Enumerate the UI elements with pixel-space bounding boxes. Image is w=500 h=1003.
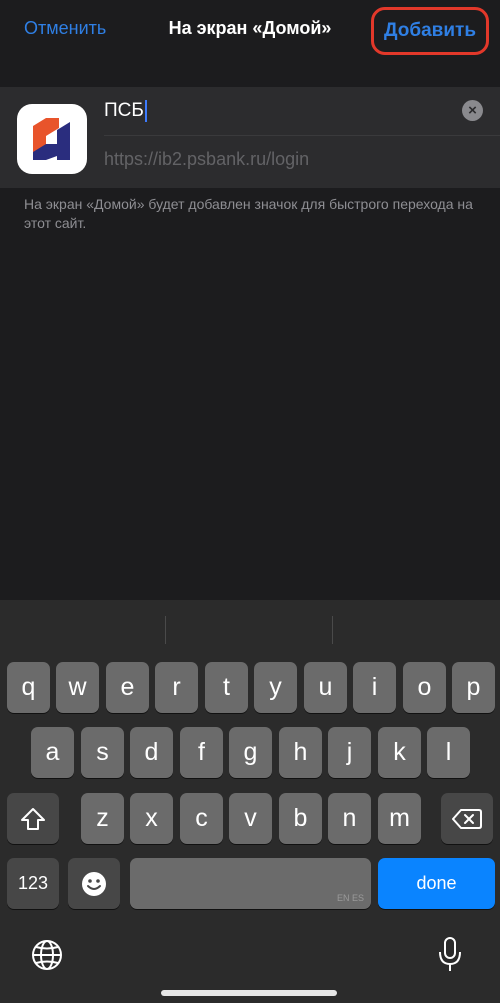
emoji-key[interactable] <box>68 858 120 909</box>
card-divider <box>104 135 500 136</box>
key-o[interactable]: o <box>403 662 446 713</box>
microphone-icon <box>439 937 461 971</box>
navigation-bar: Отменить На экран «Домой» Добавить <box>0 0 500 64</box>
key-q[interactable]: q <box>7 662 50 713</box>
bookmark-name-value: ПСБ <box>104 100 144 121</box>
key-j[interactable]: j <box>328 727 371 778</box>
keyboard: q w e r t y u i o p a s d f g h j k l z … <box>0 600 500 1003</box>
key-l[interactable]: l <box>427 727 470 778</box>
globe-icon <box>32 940 62 970</box>
shift-key[interactable] <box>7 793 59 844</box>
key-f[interactable]: f <box>180 727 223 778</box>
key-p[interactable]: p <box>452 662 495 713</box>
key-i[interactable]: i <box>353 662 396 713</box>
key-h[interactable]: h <box>279 727 322 778</box>
key-m[interactable]: m <box>378 793 421 844</box>
key-x[interactable]: x <box>130 793 173 844</box>
space-key[interactable]: EN ES <box>130 858 371 909</box>
key-n[interactable]: n <box>328 793 371 844</box>
key-t[interactable]: t <box>205 662 248 713</box>
backspace-key[interactable] <box>441 793 493 844</box>
bookmark-card <box>0 87 500 188</box>
suggestion-divider <box>332 616 333 644</box>
psb-logo-icon <box>17 104 87 174</box>
key-c[interactable]: c <box>180 793 223 844</box>
globe-button[interactable] <box>30 938 64 977</box>
key-e[interactable]: e <box>106 662 149 713</box>
suggestion-divider <box>165 616 166 644</box>
key-r[interactable]: r <box>155 662 198 713</box>
backspace-icon <box>452 808 482 829</box>
key-u[interactable]: u <box>304 662 347 713</box>
key-d[interactable]: d <box>130 727 173 778</box>
footnote-text: На экран «Домой» будет добавлен значок д… <box>24 196 473 231</box>
numbers-key[interactable]: 123 <box>7 858 59 909</box>
text-cursor <box>144 100 147 122</box>
clear-text-button[interactable]: × <box>462 100 483 121</box>
key-a[interactable]: a <box>31 727 74 778</box>
key-s[interactable]: s <box>81 727 124 778</box>
dictation-button[interactable] <box>437 936 463 979</box>
key-y[interactable]: y <box>254 662 297 713</box>
bookmark-name-input[interactable]: ПСБ <box>104 96 147 126</box>
clear-icon: × <box>468 102 477 119</box>
add-button-label: Добавить <box>383 20 477 41</box>
cancel-button[interactable]: Отменить <box>24 18 106 39</box>
key-z[interactable]: z <box>81 793 124 844</box>
space-language-hint: EN ES <box>336 893 364 903</box>
suggestion-bar <box>0 600 500 656</box>
key-w[interactable]: w <box>56 662 99 713</box>
emoji-icon <box>82 871 106 896</box>
add-button[interactable]: Добавить <box>371 7 489 55</box>
home-indicator <box>161 990 337 996</box>
key-v[interactable]: v <box>229 793 272 844</box>
key-k[interactable]: k <box>378 727 421 778</box>
shift-icon <box>21 807 45 830</box>
key-b[interactable]: b <box>279 793 322 844</box>
key-g[interactable]: g <box>229 727 272 778</box>
bookmark-url: https://ib2.psbank.ru/login <box>104 149 310 169</box>
done-key[interactable]: done <box>378 858 495 909</box>
